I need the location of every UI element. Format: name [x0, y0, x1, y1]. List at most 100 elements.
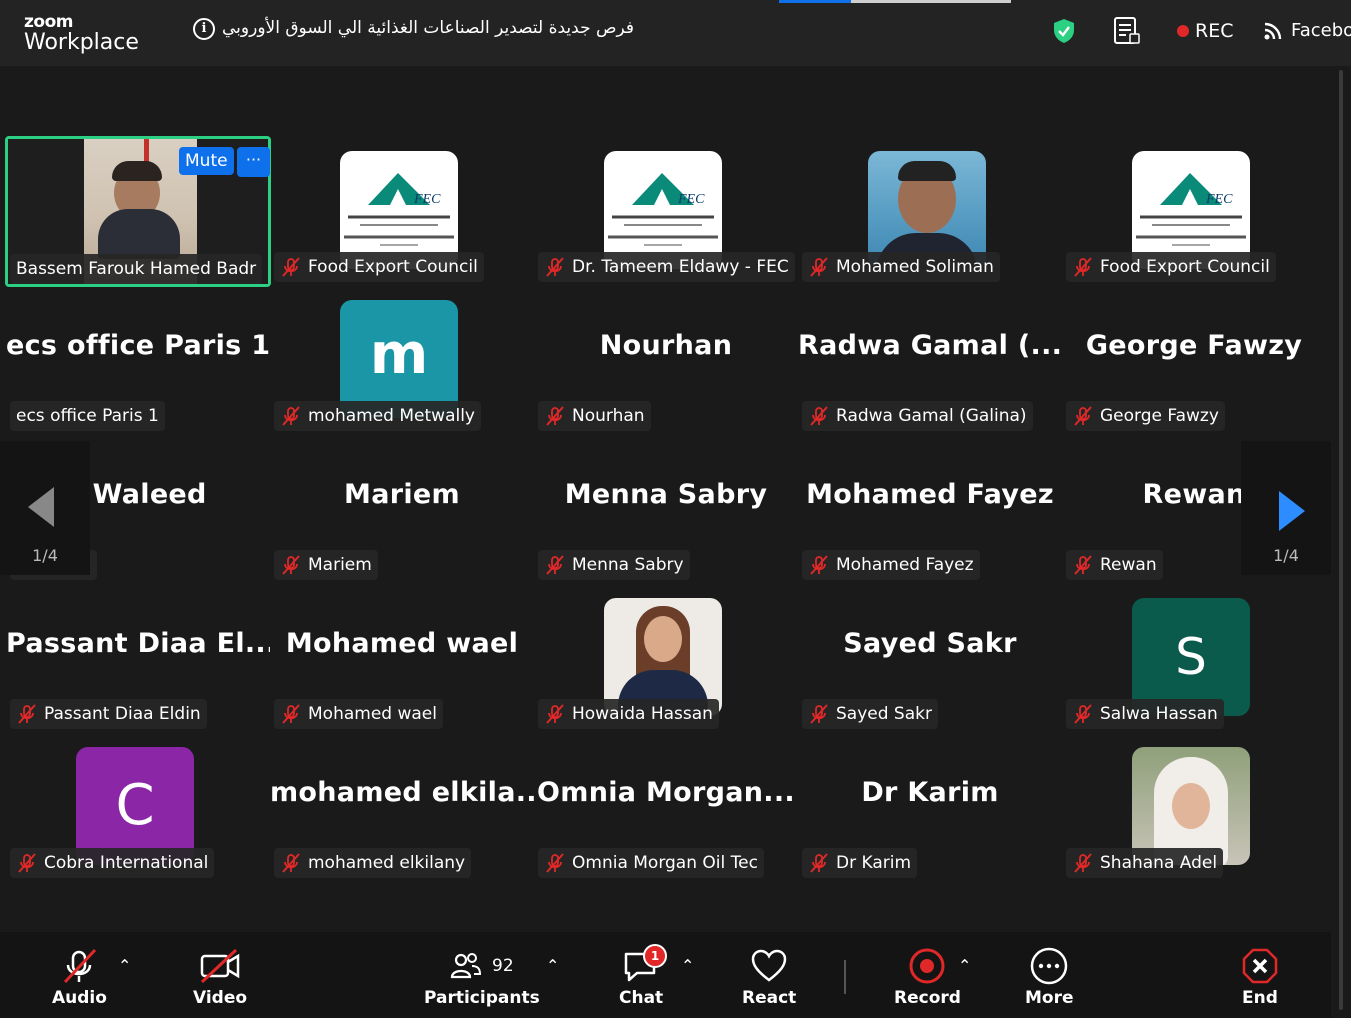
microphone-muted-icon: [16, 703, 38, 725]
participant-display-name: Mohamed Fayez: [806, 479, 1054, 510]
participant-tile[interactable]: Omnia Morgan... Omnia Morgan Oil Tec: [534, 732, 798, 881]
logo-zoom-text: zoom: [24, 12, 73, 32]
participant-tile[interactable]: ecs office Paris 1 ecs office Paris 1: [6, 285, 270, 434]
record-dot-icon: [1177, 25, 1189, 37]
active-participant-tile[interactable]: Mute ··· Bassem Farouk Hamed Badr: [5, 136, 271, 287]
participant-tile[interactable]: Dr Karim Dr Karim: [798, 732, 1062, 881]
more-icon: [1031, 947, 1068, 985]
audio-label: Audio: [52, 988, 107, 1008]
participants-icon: [450, 953, 482, 979]
security-shield-icon[interactable]: [1052, 18, 1076, 48]
more-button[interactable]: More: [1025, 946, 1074, 1008]
chevron-right-icon: [1279, 491, 1305, 531]
rec-label: REC: [1195, 20, 1234, 42]
participant-tile[interactable]: Mohamed wael Mohamed wael: [270, 583, 534, 732]
participant-name: Passant Diaa Eldin: [44, 704, 201, 724]
participant-tile[interactable]: C Cobra International: [6, 732, 270, 881]
participant-tile[interactable]: Sayed Sakr Sayed Sakr: [798, 583, 1062, 732]
participant-name-label: Cobra International: [10, 848, 215, 878]
participant-name-label: Omnia Morgan Oil Tec: [538, 848, 764, 878]
participant-tile[interactable]: FEC Food Export Council: [1062, 136, 1326, 285]
record-button[interactable]: Record: [894, 946, 961, 1008]
record-icon: [909, 948, 945, 984]
microphone-muted-icon: [544, 703, 566, 725]
live-stream-indicator[interactable]: Faceboo: [1263, 20, 1351, 41]
next-page-button[interactable]: 1/4: [1241, 441, 1331, 575]
participant-display-name: Nourhan: [599, 330, 733, 361]
record-options-chevron-icon[interactable]: ⌃: [958, 956, 971, 975]
participant-display-name: Sayed Sakr: [843, 628, 1017, 659]
end-meeting-button[interactable]: End: [1240, 946, 1280, 1008]
participant-tile[interactable]: Nourhan Nourhan: [534, 285, 798, 434]
participant-tile[interactable]: Mariem Mariem: [270, 434, 534, 583]
participant-name: Cobra International: [44, 853, 209, 873]
recording-indicator[interactable]: REC: [1177, 20, 1233, 42]
participant-tile[interactable]: FEC Food Export Council: [270, 136, 534, 285]
participant-name-label: Mohamed Soliman: [802, 252, 1000, 282]
participant-tile[interactable]: George Fawzy George Fawzy: [1062, 285, 1326, 434]
react-label: React: [742, 988, 797, 1008]
microphone-muted-icon: [16, 852, 38, 874]
live-stream-icon: [1264, 22, 1282, 39]
toolbar-divider: [844, 960, 846, 994]
participant-name-label: Shahana Adel: [1066, 848, 1224, 878]
participant-name-label: Passant Diaa Eldin: [10, 699, 207, 729]
meeting-info-icon[interactable]: i: [193, 18, 215, 40]
participant-name: Shahana Adel: [1100, 853, 1218, 873]
participant-display-name: ecs office Paris 1: [6, 330, 270, 361]
participant-name-label: Howaida Hassan: [538, 699, 719, 729]
participant-name-label: Salwa Hassan: [1066, 699, 1224, 729]
microphone-muted-icon: [1072, 256, 1094, 278]
participant-display-name: Mohamed wael: [285, 628, 519, 659]
microphone-muted-icon: [1072, 852, 1094, 874]
participant-name: Howaida Hassan: [572, 704, 713, 724]
mute-participant-button[interactable]: Mute: [179, 147, 234, 175]
microphone-muted-icon: [1072, 703, 1094, 725]
microphone-muted-icon: [544, 256, 566, 278]
live-stream-label: Faceboo: [1291, 20, 1351, 41]
participant-name: Mohamed wael: [308, 704, 437, 724]
participant-name: Mohamed Fayez: [836, 555, 974, 575]
audio-button[interactable]: Audio: [52, 946, 107, 1008]
participant-name: Salwa Hassan: [1100, 704, 1218, 724]
participant-tile[interactable]: S Salwa Hassan: [1062, 583, 1326, 732]
more-options-button[interactable]: ···: [237, 147, 270, 177]
participant-display-name: Omnia Morgan...: [537, 777, 795, 808]
svg-text:FEC: FEC: [1205, 192, 1233, 207]
participant-tile[interactable]: Mohamed Fayez Mohamed Fayez: [798, 434, 1062, 583]
notes-icon[interactable]: [1113, 16, 1141, 50]
participant-tile[interactable]: Shahana Adel: [1062, 732, 1326, 881]
top-bar: zoom Workplace i فرص جديدة لتصدير الصناع…: [0, 0, 1351, 66]
logo-workplace-text: Workplace: [24, 30, 139, 55]
participant-name: Dr. Tameem Eldawy - FEC: [572, 257, 789, 277]
microphone-muted-icon: [808, 703, 830, 725]
participants-button[interactable]: 92 Participants: [424, 946, 540, 1008]
participant-tile[interactable]: Mohamed Soliman: [798, 136, 1062, 285]
video-button[interactable]: Video: [193, 946, 247, 1008]
participant-name-label: ecs office Paris 1: [10, 401, 165, 431]
participants-options-chevron-icon[interactable]: ⌃: [546, 956, 559, 975]
page-indicator-right: 1/4: [1273, 546, 1299, 565]
participant-name: mohamed elkilany: [308, 853, 466, 873]
chat-options-chevron-icon[interactable]: ⌃: [681, 956, 694, 975]
audio-options-chevron-icon[interactable]: ⌃: [118, 956, 131, 975]
participant-name-label: Rewan: [1066, 550, 1163, 580]
participant-tile[interactable]: Howaida Hassan: [534, 583, 798, 732]
heart-icon: [751, 949, 787, 982]
participant-display-name: George Fawzy: [1085, 330, 1303, 361]
participant-tile[interactable]: m mohamed Metwally: [270, 285, 534, 434]
participant-tile[interactable]: FEC Dr. Tameem Eldawy - FEC: [534, 136, 798, 285]
participants-label: Participants: [424, 988, 540, 1008]
microphone-muted-icon: [544, 852, 566, 874]
participant-tile[interactable]: Menna Sabry Menna Sabry: [534, 434, 798, 583]
participant-name-label: Mariem: [274, 550, 378, 580]
participant-tile[interactable]: Passant Diaa El... Passant Diaa Eldin: [6, 583, 270, 732]
participant-tile[interactable]: Radwa Gamal (... Radwa Gamal (Galina): [798, 285, 1062, 434]
participant-name: Food Export Council: [308, 257, 478, 277]
react-button[interactable]: React: [742, 946, 796, 1008]
participant-tile[interactable]: mohamed elkila... mohamed elkilany: [270, 732, 534, 881]
participant-name-label: George Fawzy: [1066, 401, 1225, 431]
previous-page-button[interactable]: 1/4: [0, 441, 90, 575]
participant-name-label: Sayed Sakr: [802, 699, 938, 729]
scrollbar[interactable]: [1339, 70, 1343, 1010]
